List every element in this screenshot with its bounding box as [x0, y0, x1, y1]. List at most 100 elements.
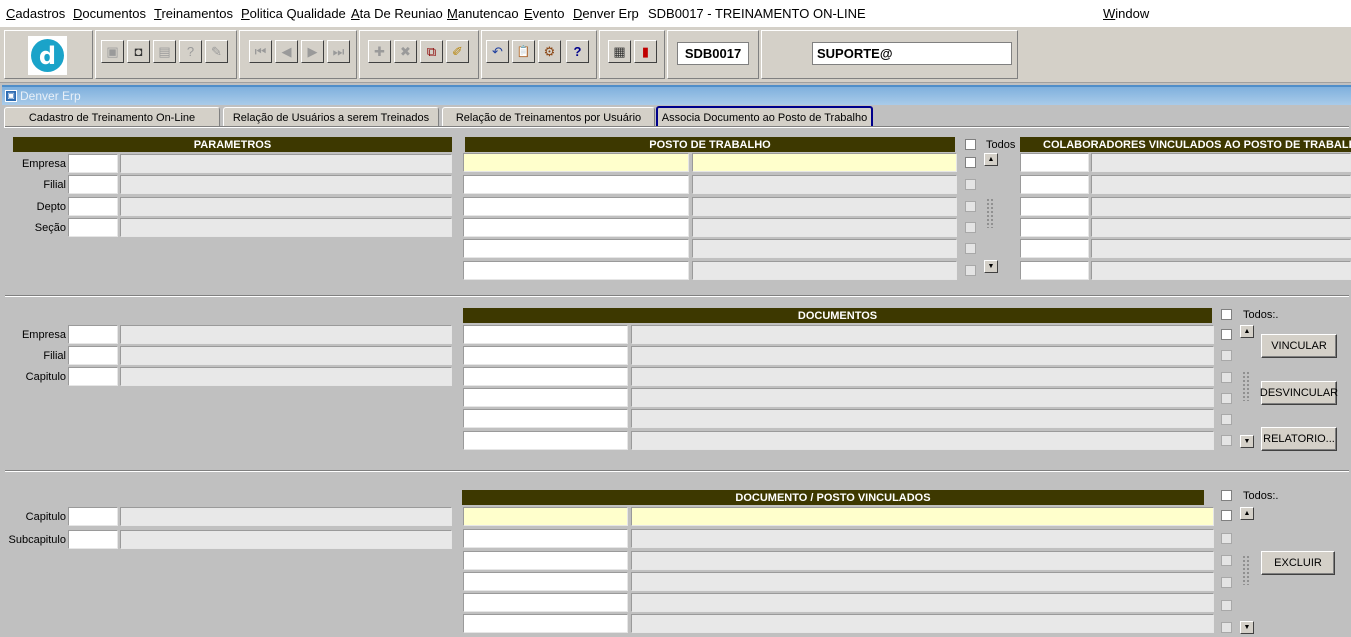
posto-row-checkbox[interactable]	[965, 243, 976, 254]
posto-row-checkbox[interactable]	[965, 179, 976, 190]
colaborador-name-field	[1091, 261, 1351, 280]
documentos-scrollbar[interactable]: ▲ ▼	[1240, 325, 1254, 448]
vinc-subcapitulo-code-input[interactable]	[68, 530, 118, 549]
posto-row-checkbox[interactable]	[965, 222, 976, 233]
relatorio-button[interactable]: RELATORIO...	[1261, 427, 1337, 451]
documento-row-checkbox[interactable]	[1221, 435, 1232, 446]
posto-row-checkbox[interactable]	[965, 201, 976, 212]
colaborador-code-field[interactable]	[1020, 218, 1089, 237]
documento-row-checkbox[interactable]	[1221, 329, 1232, 340]
documento-code-field[interactable]	[463, 367, 628, 386]
posto-code-input[interactable]	[463, 197, 689, 216]
vinculados-todos-checkbox[interactable]	[1221, 490, 1232, 501]
colaborador-code-field[interactable]	[1020, 197, 1089, 216]
posto-todos-checkbox[interactable]	[965, 139, 976, 150]
doc-capitulo-code-input[interactable]	[68, 367, 118, 386]
posto-scrollbar[interactable]: ▲ ▼	[984, 153, 998, 273]
scroll-down-icon[interactable]: ▼	[1240, 621, 1254, 634]
colaborador-code-field[interactable]	[1020, 239, 1089, 258]
label-capitulo-vinc: Capitulo	[25, 511, 66, 523]
vinculado-desc-field[interactable]	[631, 507, 1214, 526]
posto-code-input[interactable]	[463, 239, 689, 258]
vinculado-desc-field	[631, 551, 1214, 570]
documento-code-field[interactable]	[463, 409, 628, 428]
label-filial-doc: Filial	[43, 350, 66, 362]
filial-code-input[interactable]	[68, 175, 118, 194]
posto-row-checkbox[interactable]	[965, 265, 976, 276]
vinculado-code-field[interactable]	[463, 593, 628, 612]
colaboradores-header: COLABORADORES VINCULADOS AO POSTO DE TRA…	[1020, 137, 1351, 152]
documento-desc-field	[631, 346, 1214, 365]
label-capitulo-doc: Capitulo	[25, 371, 66, 383]
vincular-button[interactable]: VINCULAR	[1261, 334, 1337, 358]
posto-desc-field	[692, 239, 957, 258]
scroll-grip-icon[interactable]	[1242, 371, 1251, 401]
vinculado-code-field[interactable]	[463, 614, 628, 633]
colaborador-code-field[interactable]	[1020, 175, 1089, 194]
empresa-code-input[interactable]	[68, 154, 118, 173]
documentos-todos-label: Todos:.	[1243, 309, 1279, 321]
label-subcapitulo-vinc: Subcapitulo	[8, 534, 67, 546]
vinculado-desc-field	[631, 572, 1214, 591]
vinculado-code-field[interactable]	[463, 551, 628, 570]
posto-code-input[interactable]	[463, 175, 689, 194]
separator-top	[5, 126, 1349, 128]
scroll-up-icon[interactable]: ▲	[1240, 325, 1254, 338]
secao-code-input[interactable]	[68, 218, 118, 237]
doc-filial-code-input[interactable]	[68, 346, 118, 365]
desvincular-button[interactable]: DESVINCULAR	[1260, 381, 1338, 405]
depto-code-input[interactable]	[68, 197, 118, 216]
vinculados-scrollbar[interactable]: ▲ ▼	[1240, 507, 1254, 634]
colaborador-name-field	[1091, 239, 1351, 258]
documento-code-field[interactable]	[463, 388, 628, 407]
posto-desc-field[interactable]	[692, 153, 957, 172]
scroll-grip-icon[interactable]	[986, 198, 995, 228]
documentos-header: DOCUMENTOS	[463, 308, 1212, 323]
colaborador-code-field[interactable]	[1020, 261, 1089, 280]
posto-code-input[interactable]	[463, 153, 689, 172]
excluir-button[interactable]: EXCLUIR	[1261, 551, 1335, 575]
scroll-down-icon[interactable]: ▼	[984, 260, 998, 273]
documento-row-checkbox[interactable]	[1221, 350, 1232, 361]
parametros-header: PARAMETROS	[13, 137, 452, 152]
separator-2	[5, 470, 1349, 472]
scroll-up-icon[interactable]: ▲	[984, 153, 998, 166]
doc-filial-name-field	[120, 346, 452, 365]
secao-name-field	[120, 218, 452, 237]
documento-row-checkbox[interactable]	[1221, 393, 1232, 404]
vinculado-code-field[interactable]	[463, 572, 628, 591]
posto-todos-label: Todos	[986, 139, 1016, 151]
documento-row-checkbox[interactable]	[1221, 372, 1232, 383]
vinc-capitulo-code-input[interactable]	[68, 507, 118, 526]
vinculado-code-field[interactable]	[463, 529, 628, 548]
vinculado-row-checkbox[interactable]	[1221, 555, 1232, 566]
documento-code-field[interactable]	[463, 325, 628, 344]
scroll-down-icon[interactable]: ▼	[1240, 435, 1254, 448]
documento-row-checkbox[interactable]	[1221, 414, 1232, 425]
vinculado-row-checkbox[interactable]	[1221, 622, 1232, 633]
documento-desc-field	[631, 388, 1214, 407]
label-depto: Depto	[36, 201, 66, 213]
scroll-up-icon[interactable]: ▲	[1240, 507, 1254, 520]
vinculado-code-field[interactable]	[463, 507, 628, 526]
vinculado-row-checkbox[interactable]	[1221, 533, 1232, 544]
posto-code-input[interactable]	[463, 261, 689, 280]
vinculado-row-checkbox[interactable]	[1221, 577, 1232, 588]
documento-desc-field	[631, 367, 1214, 386]
depto-name-field	[120, 197, 452, 216]
documento-code-field[interactable]	[463, 346, 628, 365]
doc-capitulo-name-field	[120, 367, 452, 386]
doc-empresa-code-input[interactable]	[68, 325, 118, 344]
vinculado-row-checkbox[interactable]	[1221, 600, 1232, 611]
documento-code-field[interactable]	[463, 431, 628, 450]
vinc-capitulo-name-field	[120, 507, 452, 526]
colaborador-code-field[interactable]	[1020, 153, 1089, 172]
posto-desc-field	[692, 218, 957, 237]
posto-code-input[interactable]	[463, 218, 689, 237]
vinculado-row-checkbox[interactable]	[1221, 510, 1232, 521]
posto-row-checkbox[interactable]	[965, 157, 976, 168]
scroll-grip-icon[interactable]	[1242, 555, 1251, 585]
documento-posto-vinculados-header: DOCUMENTO / POSTO VINCULADOS	[462, 490, 1204, 505]
documentos-todos-checkbox[interactable]	[1221, 309, 1232, 320]
filial-name-field	[120, 175, 452, 194]
